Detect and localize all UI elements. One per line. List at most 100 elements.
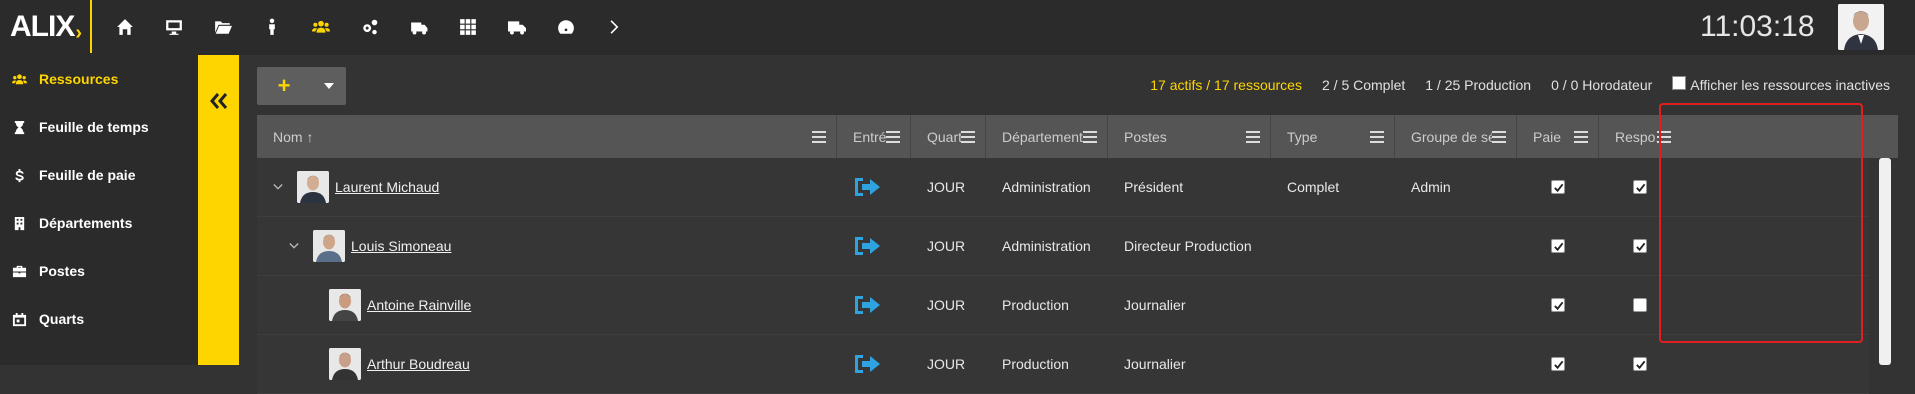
column-header-nom[interactable]: Nom ↑ xyxy=(257,115,837,158)
column-menu-icon[interactable] xyxy=(1574,130,1588,143)
respo-checkbox[interactable] xyxy=(1633,357,1647,371)
cell-quart: JOUR xyxy=(927,179,966,195)
column-header-departement[interactable]: Département xyxy=(986,115,1108,158)
cell-respo xyxy=(1599,217,1681,275)
cell-postes: Directeur Production xyxy=(1124,238,1252,254)
cell-respo xyxy=(1599,335,1681,393)
add-button[interactable]: + xyxy=(257,67,311,105)
table-header: Nom ↑ Entré... Quart Département Postes … xyxy=(257,115,1898,158)
cell-nom: Laurent Michaud xyxy=(257,158,837,216)
cell-respo xyxy=(1599,276,1681,334)
chevron-right-icon[interactable] xyxy=(590,0,639,53)
cell-paie xyxy=(1517,276,1599,334)
logo-chevron-icon: › xyxy=(75,22,82,44)
resource-name-link[interactable]: Louis Simoneau xyxy=(351,238,451,254)
column-header-entree[interactable]: Entré... xyxy=(837,115,911,158)
sign-out-icon[interactable] xyxy=(853,352,883,376)
column-menu-icon[interactable] xyxy=(961,130,975,143)
grid-icon[interactable] xyxy=(443,0,492,53)
vertical-scrollbar[interactable] xyxy=(1869,158,1898,365)
horodateur-count: 0 / 0 Horodateur xyxy=(1551,77,1653,93)
table-row[interactable]: Laurent Michaud JOUR Administration Préside… xyxy=(257,158,1869,217)
users-icon[interactable] xyxy=(296,0,345,53)
chevron-down-icon[interactable] xyxy=(273,182,283,192)
cell-quart: JOUR xyxy=(927,238,966,254)
scrollbar-thumb[interactable] xyxy=(1879,158,1891,365)
sidebar-item-ressources[interactable]: Ressources xyxy=(0,55,198,103)
sidebar-item-feuille-de-temps[interactable]: Feuille de temps xyxy=(0,103,198,151)
table-row[interactable]: Antoine Rainville JOUR Production Journalie… xyxy=(257,276,1869,335)
app-logo[interactable]: ALIX › xyxy=(0,0,91,53)
cell-type xyxy=(1271,217,1395,275)
sign-out-icon[interactable] xyxy=(853,234,883,258)
building-icon xyxy=(14,216,25,230)
column-header-postes[interactable]: Postes xyxy=(1108,115,1271,158)
paie-checkbox[interactable] xyxy=(1551,180,1565,194)
folder-icon[interactable] xyxy=(198,0,247,53)
column-menu-icon[interactable] xyxy=(1083,130,1097,143)
sign-out-icon[interactable] xyxy=(853,293,883,317)
respo-checkbox[interactable] xyxy=(1633,298,1647,312)
paie-checkbox[interactable] xyxy=(1551,239,1565,253)
cell-entree xyxy=(837,335,911,393)
person-icon[interactable] xyxy=(247,0,296,53)
column-menu-icon[interactable] xyxy=(812,130,826,143)
cell-postes: Journalier xyxy=(1124,356,1186,372)
desktop-icon[interactable] xyxy=(149,0,198,53)
logo-divider xyxy=(90,0,92,53)
paie-checkbox[interactable] xyxy=(1551,298,1565,312)
sidebar-item-label: Ressources xyxy=(39,71,119,87)
cell-groupe: Admin xyxy=(1411,179,1451,195)
respo-checkbox[interactable] xyxy=(1633,180,1647,194)
resource-name-link[interactable]: Laurent Michaud xyxy=(335,179,439,195)
home-icon[interactable] xyxy=(100,0,149,53)
sidebar-item-postes[interactable]: Postes xyxy=(0,247,198,295)
column-header-quart[interactable]: Quart xyxy=(911,115,986,158)
respo-checkbox[interactable] xyxy=(1633,239,1647,253)
delivery-truck-icon[interactable] xyxy=(492,0,541,53)
sidebar-item-quarts[interactable]: Quarts xyxy=(0,295,198,343)
avatar xyxy=(329,289,361,321)
cell-quart: JOUR xyxy=(927,356,966,372)
column-header-type[interactable]: Type xyxy=(1271,115,1395,158)
cell-departement: Production xyxy=(1002,356,1069,372)
column-header-paie[interactable]: Paie xyxy=(1517,115,1599,158)
cell-departement: Administration xyxy=(1002,179,1091,195)
cell-type: Complet xyxy=(1287,179,1340,195)
column-menu-icon[interactable] xyxy=(886,130,900,143)
cell-paie xyxy=(1517,335,1599,393)
column-menu-icon[interactable] xyxy=(1492,130,1506,143)
cell-departement: Production xyxy=(1002,297,1069,313)
double-chevron-left-icon[interactable] xyxy=(206,88,232,114)
top-bar: ALIX › 11:03:18 xyxy=(0,0,1915,55)
chevron-down-icon[interactable] xyxy=(289,241,299,251)
cell-departement: Administration xyxy=(1002,238,1091,254)
stats-bar: 17 actifs / 17 ressources 2 / 5 Complet … xyxy=(1130,76,1890,93)
sidebar-item-departements[interactable]: Départements xyxy=(0,199,198,247)
column-header-respo[interactable]: Respo... xyxy=(1599,115,1898,158)
resource-name-link[interactable]: Arthur Boudreau xyxy=(367,356,470,372)
sidebar-item-feuille-de-paie[interactable]: Feuille de paie xyxy=(0,151,198,199)
paie-checkbox[interactable] xyxy=(1551,357,1565,371)
gauge-icon[interactable] xyxy=(541,0,590,53)
active-count: 17 actifs / 17 ressources xyxy=(1150,77,1302,93)
resources-table: Nom ↑ Entré... Quart Département Postes … xyxy=(257,115,1898,394)
user-avatar[interactable] xyxy=(1838,4,1884,50)
truck-icon[interactable] xyxy=(394,0,443,53)
column-menu-icon[interactable] xyxy=(1370,130,1384,143)
cell-entree xyxy=(837,158,911,216)
sign-out-icon[interactable] xyxy=(853,175,883,199)
column-header-groupe[interactable]: Groupe de séc... xyxy=(1395,115,1517,158)
column-menu-icon[interactable] xyxy=(1657,130,1671,143)
logo-text: ALIX xyxy=(10,9,75,43)
add-dropdown-button[interactable] xyxy=(311,67,346,105)
resource-name-link[interactable]: Antoine Rainville xyxy=(367,297,471,313)
sidebar-collapse-bar[interactable] xyxy=(198,55,239,365)
table-row[interactable]: Louis Simoneau JOUR Administration Directeu… xyxy=(257,217,1869,276)
briefcase-icon xyxy=(12,265,27,277)
show-inactive-checkbox[interactable] xyxy=(1672,76,1687,90)
column-menu-icon[interactable] xyxy=(1246,130,1260,143)
sidebar-item-label: Postes xyxy=(39,263,85,279)
cogs-icon[interactable] xyxy=(345,0,394,53)
